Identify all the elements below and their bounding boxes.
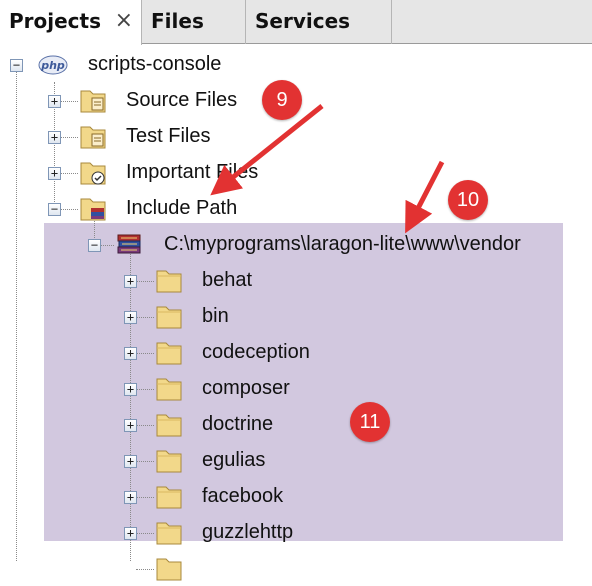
folder-label: behat — [202, 269, 253, 291]
folder-icon — [156, 450, 182, 473]
important-folder-icon — [80, 162, 106, 185]
tree-guide-line — [136, 317, 154, 318]
tree-node-include-path[interactable]: − Include Path — [0, 190, 592, 226]
tree-guide-line — [136, 497, 154, 498]
tree-guide-line — [136, 461, 154, 462]
folder-icon — [156, 378, 182, 401]
tab-bar: Projects × Files Services — [0, 0, 592, 45]
source-folder-icon — [80, 90, 106, 113]
folder-icon — [156, 486, 182, 509]
collapse-toggle[interactable]: − — [48, 203, 61, 216]
important-files-label: Important Files — [126, 161, 259, 183]
tab-projects[interactable]: Projects × — [0, 0, 142, 45]
expand-toggle[interactable]: + — [124, 347, 137, 360]
library-books-icon — [117, 234, 141, 254]
folder-label: facebook — [202, 485, 284, 507]
tree-guide-line — [136, 389, 154, 390]
collapse-toggle[interactable]: − — [10, 59, 23, 72]
test-files-label: Test Files — [126, 125, 211, 147]
folder-icon — [156, 414, 182, 437]
folder-label: doctrine — [202, 413, 274, 435]
folder-icon — [156, 522, 182, 545]
expand-toggle[interactable]: + — [48, 131, 61, 144]
include-path-folder-icon — [80, 198, 106, 221]
tree-node-folder[interactable]: + guzzlehttp — [44, 514, 563, 550]
tab-files-label: Files — [151, 9, 204, 33]
tree-node-folder[interactable]: + codeception — [44, 334, 563, 370]
expand-toggle[interactable]: + — [124, 275, 137, 288]
expand-toggle[interactable]: + — [124, 311, 137, 324]
expand-toggle[interactable]: + — [124, 455, 137, 468]
tree-guide-line — [60, 101, 78, 102]
annotation-badge-9: 9 — [262, 80, 302, 120]
collapse-toggle[interactable]: − — [88, 239, 101, 252]
tree-guide-line — [136, 425, 154, 426]
expand-toggle[interactable]: + — [48, 167, 61, 180]
folder-icon — [156, 270, 182, 293]
expand-toggle[interactable]: + — [124, 383, 137, 396]
tab-services[interactable]: Services — [246, 0, 392, 44]
php-project-icon: php — [38, 55, 68, 75]
php-project-icon-text: php — [40, 59, 65, 72]
close-icon[interactable]: × — [115, 0, 133, 42]
tree-guide-line — [60, 209, 78, 210]
folder-icon — [156, 306, 182, 329]
folder-label: egulias — [202, 449, 266, 471]
folder-label: guzzlehttp — [202, 521, 294, 543]
tree-guide-line — [136, 353, 154, 354]
test-folder-icon — [80, 126, 106, 149]
tree-guide-line — [60, 173, 78, 174]
tree-guide-line — [60, 137, 78, 138]
tree-guide-line — [136, 569, 154, 570]
tree-node-folder[interactable]: + bin — [44, 298, 563, 334]
tree-node-library[interactable]: − C:\myprograms\laragon-lite\www\vendor — [44, 226, 563, 262]
tab-services-label: Services — [255, 9, 351, 33]
tree-node-project[interactable]: − php scripts-console — [0, 46, 592, 82]
tree-guide-line — [136, 533, 154, 534]
source-files-label: Source Files — [126, 89, 238, 111]
tree-node-folder[interactable]: + behat — [44, 262, 563, 298]
annotation-badge-10: 10 — [448, 180, 488, 220]
tree-node-folder[interactable]: + egulias — [44, 442, 563, 478]
tab-projects-label: Projects — [9, 9, 102, 33]
tree-node-folder[interactable]: + facebook — [44, 478, 563, 514]
folder-label: bin — [202, 305, 229, 327]
folder-label: codeception — [202, 341, 310, 363]
tree-node-important-files[interactable]: + Important Files — [0, 154, 592, 190]
project-tree: − php scripts-console + Source Files + T… — [0, 44, 592, 581]
tab-files[interactable]: Files — [142, 0, 246, 44]
library-path-label: C:\myprograms\laragon-lite\www\vendor — [164, 233, 521, 255]
include-path-label: Include Path — [126, 197, 238, 219]
tree-node-folder[interactable]: + composer — [44, 370, 563, 406]
expand-toggle[interactable]: + — [124, 419, 137, 432]
tree-node-partial — [44, 550, 563, 586]
expand-toggle[interactable]: + — [48, 95, 61, 108]
expand-toggle[interactable]: + — [124, 491, 137, 504]
tree-guide-line — [136, 281, 154, 282]
tree-node-test-files[interactable]: + Test Files — [0, 118, 592, 154]
folder-icon — [156, 558, 182, 581]
expand-toggle[interactable]: + — [124, 527, 137, 540]
project-label: scripts-console — [88, 53, 222, 75]
tree-node-folder[interactable]: + doctrine — [44, 406, 563, 442]
annotation-badge-11: 11 — [350, 402, 390, 442]
folder-icon — [156, 342, 182, 365]
tree-guide-line — [100, 245, 114, 246]
folder-label: composer — [202, 377, 290, 399]
